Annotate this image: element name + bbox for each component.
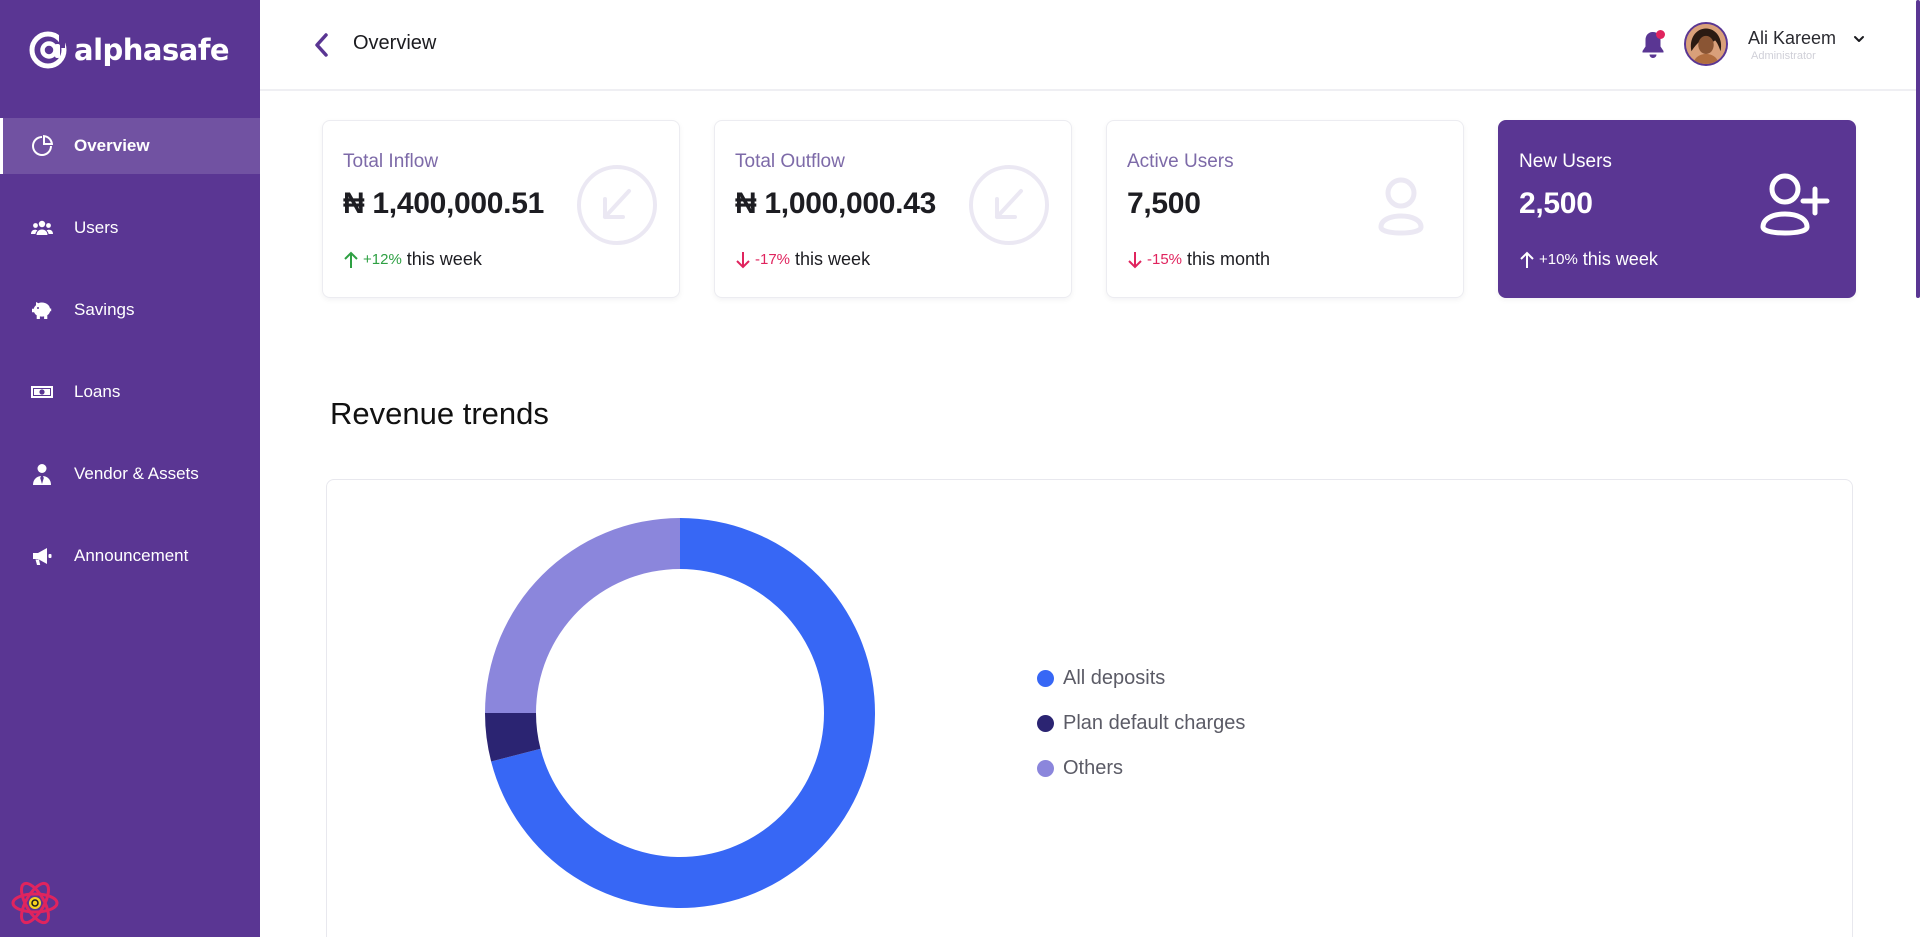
sidebar-item-savings[interactable]: Savings xyxy=(0,282,260,338)
megaphone-icon xyxy=(30,544,54,568)
stat-value: 7,500 xyxy=(1127,187,1201,220)
piggy-bank-icon xyxy=(30,298,54,322)
user-name[interactable]: Ali Kareem xyxy=(1748,28,1836,49)
stat-trend: -17% this week xyxy=(735,249,870,270)
money-bill-icon xyxy=(30,380,54,404)
stat-trend: +10% this week xyxy=(1519,249,1658,270)
arrow-down-icon xyxy=(736,251,750,268)
stat-value: ₦ 1,400,000.51 xyxy=(343,187,544,220)
sidebar-item-label: Savings xyxy=(74,300,135,319)
revenue-donut-chart xyxy=(485,518,875,908)
sidebar-nav: Overview Users Savings Loans Vendor & As… xyxy=(0,118,260,610)
arrow-up-icon xyxy=(344,251,358,268)
users-icon xyxy=(30,216,54,240)
stat-trend-percent: -17% xyxy=(755,251,791,268)
stat-trend: -15% this month xyxy=(1127,249,1270,270)
arrow-up-icon xyxy=(1520,251,1534,268)
user-role: Administrator xyxy=(1751,50,1816,62)
notifications-button[interactable] xyxy=(1638,28,1668,60)
scrollbar-thumb[interactable] xyxy=(1916,0,1920,298)
stat-value: 2,500 xyxy=(1519,187,1593,220)
sidebar-item-users[interactable]: Users xyxy=(0,200,260,256)
user-icon xyxy=(1378,177,1424,236)
avatar-image xyxy=(1686,24,1726,64)
revenue-title: Revenue trends xyxy=(330,396,549,431)
back-chevron-icon[interactable] xyxy=(310,30,334,60)
stat-title: Active Users xyxy=(1127,151,1234,172)
chevron-down-icon[interactable] xyxy=(1852,32,1866,46)
sidebar: alphasafe Overview Users Savings Loans V… xyxy=(0,0,260,937)
avatar[interactable] xyxy=(1684,22,1728,66)
react-devtools-icon[interactable] xyxy=(10,878,60,928)
sidebar-item-label: Vendor & Assets xyxy=(74,464,199,483)
chart-legend: All deposits Plan default charges Others xyxy=(1037,656,1245,791)
donut-slice-others[interactable] xyxy=(485,518,680,713)
brand-logo[interactable]: alphasafe xyxy=(28,28,230,72)
legend-label: All deposits xyxy=(1063,667,1166,689)
user-tie-icon xyxy=(30,462,54,486)
stat-trend-period: this month xyxy=(1187,249,1271,269)
user-plus-icon xyxy=(1760,173,1830,236)
stat-trend: +12% this week xyxy=(343,249,482,270)
sidebar-item-label: Loans xyxy=(74,382,121,401)
arrow-down-icon xyxy=(1128,251,1142,268)
stat-trend-period: this week xyxy=(795,249,871,269)
page-title: Overview xyxy=(353,32,437,54)
page-scrollbar[interactable] xyxy=(1914,0,1920,300)
stat-trend-period: this week xyxy=(406,249,482,269)
sidebar-item-label: Announcement xyxy=(74,546,189,565)
legend-item[interactable]: Plan default charges xyxy=(1037,701,1245,746)
legend-color-dot xyxy=(1037,760,1054,777)
app: alphasafe Overview Users Savings Loans V… xyxy=(0,0,1920,937)
sidebar-item-vendor-assets[interactable]: Vendor & Assets xyxy=(0,446,260,502)
chart-pie-icon xyxy=(30,134,54,158)
stat-trend-period: this week xyxy=(1582,249,1658,269)
stat-card-total-outflow[interactable]: Total Outflow ₦ 1,000,000.43 -17% this w… xyxy=(714,120,1072,298)
arrow-down-left-circle-icon xyxy=(577,165,657,245)
stat-card-total-inflow[interactable]: Total Inflow ₦ 1,400,000.51 +12% this we… xyxy=(322,120,680,298)
stat-trend-percent: -15% xyxy=(1147,251,1183,268)
stat-card-new-users[interactable]: New Users 2,500 +10% this week xyxy=(1498,120,1856,298)
sidebar-item-label: Users xyxy=(74,218,119,237)
stat-title: Total Outflow xyxy=(735,151,845,172)
stat-value: ₦ 1,000,000.43 xyxy=(735,187,936,220)
revenue-chart-card: All deposits Plan default charges Others xyxy=(326,479,1853,937)
stat-card-active-users[interactable]: Active Users 7,500 -15% this month xyxy=(1106,120,1464,298)
legend-color-dot xyxy=(1037,670,1054,687)
topbar: Overview Ali Kareem Administrator xyxy=(260,0,1920,91)
sidebar-item-loans[interactable]: Loans xyxy=(0,364,260,420)
stat-trend-percent: +12% xyxy=(363,251,402,268)
sidebar-item-overview[interactable]: Overview xyxy=(0,118,260,174)
stat-trend-percent: +10% xyxy=(1539,251,1578,268)
alphasafe-logo-icon xyxy=(29,31,67,69)
brand-name: alphasafe xyxy=(74,33,230,67)
legend-label: Others xyxy=(1063,757,1124,779)
notification-dot xyxy=(1656,30,1665,39)
arrow-down-left-circle-icon xyxy=(969,165,1049,245)
stat-title: New Users xyxy=(1519,151,1612,172)
legend-label: Plan default charges xyxy=(1063,712,1246,734)
legend-item[interactable]: Others xyxy=(1037,746,1245,791)
legend-color-dot xyxy=(1037,715,1054,732)
sidebar-item-announcement[interactable]: Announcement xyxy=(0,528,260,584)
legend-item[interactable]: All deposits xyxy=(1037,656,1245,701)
stat-title: Total Inflow xyxy=(343,151,439,172)
sidebar-item-label: Overview xyxy=(74,136,150,155)
